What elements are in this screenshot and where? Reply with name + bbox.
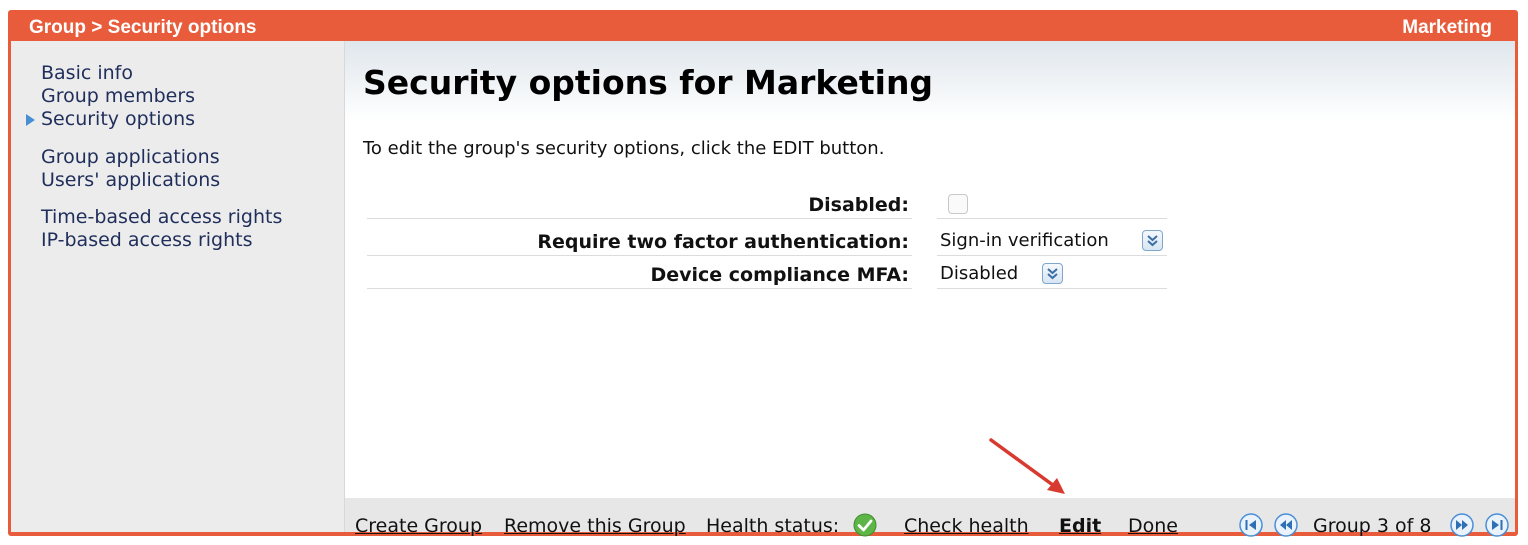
row-divider xyxy=(367,218,912,219)
create-group-link[interactable]: Create Group xyxy=(355,515,482,537)
row-divider xyxy=(937,288,1167,289)
page-title: Security options for Marketing xyxy=(363,63,934,102)
sidebar-item-users-applications[interactable]: Users' applications xyxy=(41,169,220,192)
row-divider xyxy=(937,218,1167,219)
breadcrumb: Group > Security options xyxy=(29,17,257,38)
double-chevron-down-icon xyxy=(1147,235,1158,247)
two-factor-dropdown-button[interactable] xyxy=(1142,230,1163,251)
title-bar: Group > Security options Marketing xyxy=(8,10,1518,40)
sidebar: Basic info Group members Security option… xyxy=(11,41,345,532)
form-row-disabled: Disabled: xyxy=(367,186,1167,219)
current-group-name: Marketing xyxy=(1402,17,1492,38)
sidebar-item-basic-info[interactable]: Basic info xyxy=(41,62,195,85)
content-area: Basic info Group members Security option… xyxy=(11,41,1515,537)
done-button[interactable]: Done xyxy=(1128,515,1178,537)
action-bar: Create Group Remove this Group Health st… xyxy=(345,498,1515,537)
window-frame: Group > Security options Marketing Basic… xyxy=(8,10,1518,537)
next-page-icon[interactable] xyxy=(1450,513,1474,537)
remove-group-link[interactable]: Remove this Group xyxy=(504,515,686,537)
sidebar-item-time-based-access[interactable]: Time-based access rights xyxy=(41,206,282,229)
security-form: Disabled: Require two factor authenticat… xyxy=(367,186,1167,306)
two-factor-value: Sign-in verification xyxy=(940,230,1109,251)
device-mfa-value: Disabled xyxy=(940,263,1019,284)
row-divider xyxy=(367,288,912,289)
main-panel: Security options for Marketing To edit t… xyxy=(345,41,1515,498)
double-chevron-down-icon xyxy=(1047,268,1058,280)
nav-group-applications: Group applications Users' applications xyxy=(41,146,220,192)
edit-button[interactable]: Edit xyxy=(1059,515,1101,537)
sidebar-item-security-options[interactable]: Security options xyxy=(26,108,196,131)
instructions-text: To edit the group's security options, cl… xyxy=(363,138,885,159)
device-mfa-label: Device compliance MFA: xyxy=(650,264,909,286)
health-status-label: Health status: xyxy=(706,515,840,537)
device-mfa-dropdown-button[interactable] xyxy=(1042,263,1063,284)
sidebar-item-ip-based-access[interactable]: IP-based access rights xyxy=(41,229,282,252)
nav-group-access: Time-based access rights IP-based access… xyxy=(41,206,282,252)
sidebar-item-group-applications[interactable]: Group applications xyxy=(41,146,220,169)
check-circle-icon xyxy=(853,513,877,537)
form-row-device-mfa: Device compliance MFA: Disabled xyxy=(367,256,1167,289)
nav-group-basic: Basic info Group members Security option… xyxy=(26,62,196,131)
first-page-icon[interactable] xyxy=(1239,513,1263,537)
active-marker-icon xyxy=(26,114,35,126)
annotation-arrow-icon xyxy=(989,438,1065,494)
disabled-label: Disabled: xyxy=(808,194,909,216)
two-factor-label: Require two factor authentication: xyxy=(537,231,909,253)
check-health-link[interactable]: Check health xyxy=(904,515,1029,537)
previous-page-icon[interactable] xyxy=(1274,513,1298,537)
last-page-icon[interactable] xyxy=(1485,513,1509,537)
pager-status: Group 3 of 8 xyxy=(1313,515,1432,537)
sidebar-item-group-members[interactable]: Group members xyxy=(41,85,195,108)
form-row-two-factor: Require two factor authentication: Sign-… xyxy=(367,223,1167,256)
disabled-checkbox[interactable] xyxy=(948,194,968,214)
sidebar-item-label: Security options xyxy=(41,108,196,130)
